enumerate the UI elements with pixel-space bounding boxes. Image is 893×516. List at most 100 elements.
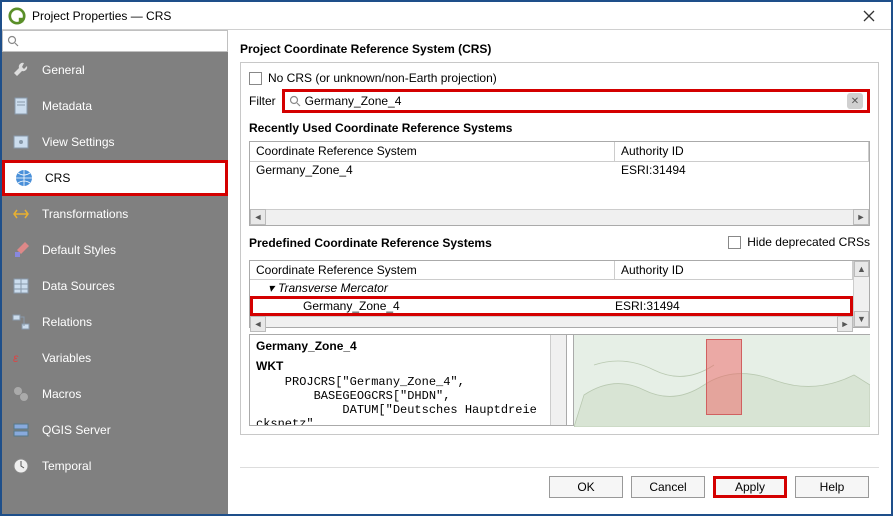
wrench-icon: [10, 59, 32, 81]
sidebar-item-label: QGIS Server: [42, 423, 111, 437]
sidebar-item-label: Default Styles: [42, 243, 116, 257]
search-icon: [7, 35, 19, 47]
wkt-text: PROJCRS["Germany_Zone_4", BASEGEOGCRS["D…: [256, 375, 560, 425]
filter-row: Filter ✕: [249, 89, 870, 113]
gears-icon: [10, 383, 32, 405]
close-button[interactable]: [849, 3, 889, 29]
sidebar-item-label: Relations: [42, 315, 92, 329]
hide-deprecated-label: Hide deprecated CRSs: [747, 235, 870, 249]
search-icon: [289, 95, 301, 107]
main-title: Project Coordinate Reference System (CRS…: [240, 42, 879, 56]
sidebar-item-default-styles[interactable]: Default Styles: [2, 232, 228, 268]
predef-group[interactable]: ▾ Transverse Mercator: [250, 280, 853, 296]
clear-filter-button[interactable]: ✕: [847, 93, 863, 109]
recent-title: Recently Used Coordinate Reference Syste…: [249, 121, 870, 135]
sidebar-item-label: Macros: [42, 387, 81, 401]
predef-leaf-auth: ESRI:31494: [615, 299, 850, 313]
content: General Metadata View Settings CRS Transform…: [2, 30, 891, 514]
scroll-track[interactable]: [854, 277, 869, 311]
no-crs-row: No CRS (or unknown/non-Earth projection): [249, 71, 870, 85]
wkt-label: WKT: [256, 359, 560, 373]
rel-icon: [10, 311, 32, 333]
button-bar: OK Cancel Apply Help: [240, 467, 879, 506]
cell-auth: ESRI:31494: [615, 162, 869, 180]
wkt-vscroll[interactable]: [550, 335, 566, 425]
hide-deprecated-checkbox[interactable]: [728, 236, 741, 249]
hide-deprecated-row: Hide deprecated CRSs: [728, 235, 870, 249]
sidebar-search[interactable]: [2, 30, 228, 52]
sidebar-item-label: CRS: [45, 171, 70, 185]
window-title: Project Properties — CRS: [32, 9, 849, 23]
scroll-left-icon[interactable]: ◄: [250, 209, 266, 225]
brush-icon: [10, 239, 32, 261]
sidebar-item-label: General: [42, 63, 85, 77]
wkt-panel: Germany_Zone_4 WKT PROJCRS["Germany_Zone…: [250, 335, 567, 425]
table-row[interactable]: Germany_Zone_4ESRI:31494: [250, 162, 869, 180]
scroll-left-icon[interactable]: ◄: [250, 316, 266, 332]
sidebar-search-input[interactable]: [23, 34, 223, 48]
sidebar: General Metadata View Settings CRS Transform…: [2, 30, 228, 514]
titlebar: Project Properties — CRS: [2, 2, 891, 30]
no-crs-checkbox[interactable]: [249, 72, 262, 85]
sidebar-item-label: Temporal: [42, 459, 91, 473]
col-crs[interactable]: Coordinate Reference System: [250, 261, 615, 279]
recent-table-header: Coordinate Reference System Authority ID: [250, 142, 869, 162]
arrows-icon: [10, 203, 32, 225]
sidebar-item-general[interactable]: General: [2, 52, 228, 88]
sidebar-item-data-sources[interactable]: Data Sources: [2, 268, 228, 304]
col-crs[interactable]: Coordinate Reference System: [250, 142, 615, 161]
predef-group-label: Transverse Mercator: [278, 281, 388, 295]
predef-table-header: Coordinate Reference System Authority ID: [250, 261, 853, 280]
help-button[interactable]: Help: [795, 476, 869, 498]
predef-vscroll[interactable]: ▲ ▼: [853, 261, 869, 327]
table-icon: [10, 275, 32, 297]
sidebar-item-macros[interactable]: Macros: [2, 376, 228, 412]
recent-table: Coordinate Reference System Authority ID…: [249, 141, 870, 226]
recent-hscroll[interactable]: ◄ ►: [250, 209, 869, 225]
col-auth[interactable]: Authority ID: [615, 142, 869, 161]
sidebar-item-transformations[interactable]: Transformations: [2, 196, 228, 232]
sidebar-item-label: Data Sources: [42, 279, 115, 293]
predef-title: Predefined Coordinate Reference Systems: [249, 236, 492, 250]
cancel-button[interactable]: Cancel: [631, 476, 705, 498]
sidebar-item-label: Metadata: [42, 99, 92, 113]
sidebar-item-label: Variables: [42, 351, 91, 365]
no-crs-label: No CRS (or unknown/non-Earth projection): [268, 71, 497, 85]
filter-input-wrapper[interactable]: ✕: [282, 89, 870, 113]
server-icon: [10, 419, 32, 441]
detail-row: Germany_Zone_4 WKT PROJCRS["Germany_Zone…: [249, 334, 870, 426]
qgis-logo-icon: [8, 7, 26, 25]
main-panel: Project Coordinate Reference System (CRS…: [228, 30, 891, 514]
sidebar-item-crs[interactable]: CRS: [2, 160, 228, 196]
predef-hscroll[interactable]: ◄ ►: [250, 316, 853, 327]
predef-leaf[interactable]: Germany_Zone_4 ESRI:31494: [250, 296, 853, 316]
apply-button[interactable]: Apply: [713, 476, 787, 498]
sidebar-item-temporal[interactable]: Temporal: [2, 448, 228, 484]
scroll-right-icon[interactable]: ►: [837, 316, 853, 332]
sidebar-item-metadata[interactable]: Metadata: [2, 88, 228, 124]
svg-text:ε: ε: [13, 351, 19, 365]
map-zone-highlight: [706, 339, 742, 415]
scroll-down-icon[interactable]: ▼: [854, 311, 869, 327]
col-auth[interactable]: Authority ID: [615, 261, 853, 279]
scroll-right-icon[interactable]: ►: [853, 209, 869, 225]
map-preview: [573, 335, 869, 425]
collapse-icon: ▾: [268, 281, 274, 295]
crs-config-group: No CRS (or unknown/non-Earth projection)…: [240, 62, 879, 435]
close-icon: [863, 10, 875, 22]
sidebar-item-relations[interactable]: Relations: [2, 304, 228, 340]
filter-input[interactable]: [305, 94, 843, 108]
sidebar-item-view-settings[interactable]: View Settings: [2, 124, 228, 160]
eye-icon: [10, 131, 32, 153]
sidebar-item-variables[interactable]: ε Variables: [2, 340, 228, 376]
globe-icon: [13, 167, 35, 189]
cell-crs: Germany_Zone_4: [250, 162, 615, 180]
eps-icon: ε: [10, 347, 32, 369]
sidebar-item-qgis-server[interactable]: QGIS Server: [2, 412, 228, 448]
doc-icon: [10, 95, 32, 117]
filter-label: Filter: [249, 94, 276, 108]
recent-table-body: Germany_Zone_4ESRI:31494: [250, 162, 869, 209]
ok-button[interactable]: OK: [549, 476, 623, 498]
predef-header-row: Predefined Coordinate Reference Systems …: [249, 232, 870, 256]
scroll-up-icon[interactable]: ▲: [854, 261, 869, 277]
